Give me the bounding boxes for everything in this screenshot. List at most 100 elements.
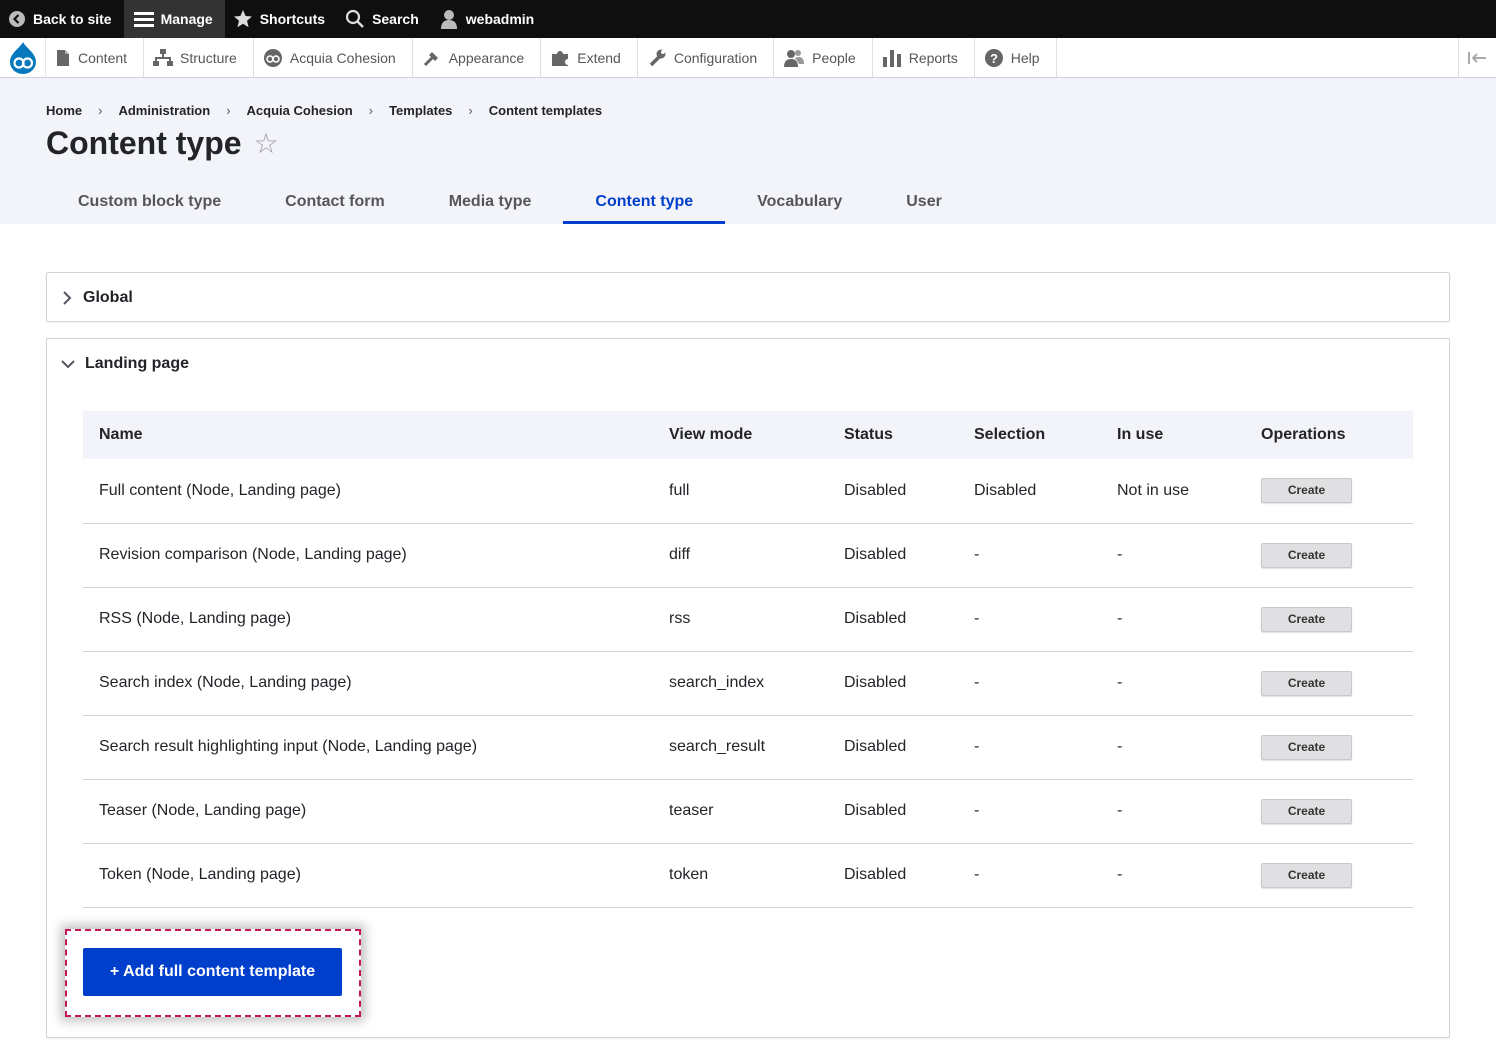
table-row: Revision comparison (Node, Landing page)… — [83, 523, 1413, 588]
breadcrumb-separator-icon: › — [226, 103, 231, 118]
paintbrush-icon — [423, 51, 438, 66]
global-section-toggle[interactable]: Global — [61, 273, 133, 323]
tray-item-help[interactable]: ? Help — [975, 38, 1057, 77]
tab-custom-block-type[interactable]: Custom block type — [46, 180, 253, 224]
create-button[interactable]: Create — [1261, 798, 1352, 824]
shortcuts-tab[interactable]: Shortcuts — [225, 0, 337, 38]
cell-in-use: - — [1101, 715, 1245, 780]
search-tab[interactable]: Search — [337, 0, 431, 38]
tray-item-configuration[interactable]: Configuration — [638, 38, 775, 77]
cell-name: Search index (Node, Landing page) — [83, 651, 653, 716]
table-row: Token (Node, Landing page) token Disable… — [83, 843, 1413, 908]
tray-item-reports[interactable]: Reports — [873, 38, 975, 77]
tray-label-acquia-cohesion: Acquia Cohesion — [289, 49, 396, 66]
cell-status: Disabled — [828, 843, 958, 908]
drupal-drop-icon — [9, 41, 36, 74]
global-section: Global — [46, 272, 1450, 322]
tray-item-extend[interactable]: Extend — [541, 38, 638, 77]
tray-item-structure[interactable]: Structure — [144, 38, 254, 77]
column-header-view-mode: View mode — [653, 411, 828, 459]
help-icon: ? — [984, 48, 1003, 67]
cell-view-mode: teaser — [653, 779, 828, 844]
cell-operations: Create — [1245, 459, 1413, 524]
tab-user[interactable]: User — [874, 180, 974, 224]
table-header-row: Name View mode Status Selection In use O… — [83, 411, 1413, 459]
tabs: Custom block type Contact form Media typ… — [46, 180, 974, 224]
global-section-title: Global — [83, 289, 133, 306]
collapse-icon — [1467, 51, 1486, 64]
cell-in-use: Not in use — [1101, 459, 1245, 524]
cell-status: Disabled — [828, 523, 958, 588]
column-header-name: Name — [83, 411, 653, 459]
cell-in-use: - — [1101, 843, 1245, 908]
user-label: webadmin — [465, 11, 535, 27]
create-button[interactable]: Create — [1261, 478, 1352, 504]
tab-media-type[interactable]: Media type — [417, 180, 564, 224]
landing-page-section: Landing page Name View mode Status Selec… — [46, 338, 1450, 1038]
breadcrumb-link-templates[interactable]: Templates — [389, 103, 452, 118]
create-button[interactable]: Create — [1261, 606, 1352, 632]
breadcrumb: Home › Administration › Acquia Cohesion … — [46, 103, 602, 118]
breadcrumb-separator-icon: › — [468, 103, 473, 118]
collapse-tray-button[interactable] — [1458, 38, 1496, 77]
cell-name: Full content (Node, Landing page) — [83, 459, 653, 524]
tab-vocabulary[interactable]: Vocabulary — [725, 180, 874, 224]
breadcrumb-link-home[interactable]: Home — [46, 103, 82, 118]
tab-contact-form[interactable]: Contact form — [253, 180, 417, 224]
create-button[interactable]: Create — [1261, 734, 1352, 760]
tray-item-people[interactable]: People — [774, 38, 873, 77]
manage-tab[interactable]: Manage — [123, 0, 225, 38]
breadcrumb-link-content-templates[interactable]: Content templates — [489, 103, 602, 118]
svg-text:?: ? — [990, 51, 998, 66]
user-tab[interactable]: webadmin — [431, 0, 546, 38]
tray-item-appearance[interactable]: Appearance — [413, 38, 542, 77]
tray-item-content[interactable]: Content — [46, 38, 145, 77]
cell-name: Teaser (Node, Landing page) — [83, 779, 653, 844]
cell-status: Disabled — [828, 651, 958, 716]
cell-operations: Create — [1245, 843, 1413, 908]
cell-status: Disabled — [828, 715, 958, 780]
breadcrumb-link-administration[interactable]: Administration — [118, 103, 210, 118]
cell-selection: - — [958, 779, 1101, 844]
tray-item-acquia-cohesion[interactable]: Acquia Cohesion — [254, 38, 413, 77]
create-button[interactable]: Create — [1261, 862, 1352, 888]
add-full-content-template-button[interactable]: + Add full content template — [83, 948, 342, 996]
cell-in-use: - — [1101, 587, 1245, 652]
cell-view-mode: token — [653, 843, 828, 908]
column-header-status: Status — [828, 411, 958, 459]
back-to-site-link[interactable]: Back to site — [0, 0, 124, 38]
landing-page-section-toggle[interactable]: Landing page — [61, 339, 189, 389]
cell-operations: Create — [1245, 523, 1413, 588]
drupal-logo[interactable] — [0, 38, 46, 77]
wrench-icon — [649, 49, 666, 66]
cell-name: Token (Node, Landing page) — [83, 843, 653, 908]
breadcrumb-link-acquia-cohesion[interactable]: Acquia Cohesion — [247, 103, 353, 118]
search-label: Search — [372, 11, 419, 27]
cell-view-mode: full — [653, 459, 828, 524]
user-icon — [440, 10, 457, 29]
table-row: Search result highlighting input (Node, … — [83, 715, 1413, 780]
cell-selection: - — [958, 587, 1101, 652]
cell-operations: Create — [1245, 779, 1413, 844]
create-button[interactable]: Create — [1261, 542, 1352, 568]
breadcrumb-separator-icon: › — [98, 103, 103, 118]
cell-operations: Create — [1245, 715, 1413, 780]
table-row: Teaser (Node, Landing page) teaser Disab… — [83, 779, 1413, 844]
cell-status: Disabled — [828, 587, 958, 652]
cell-name: RSS (Node, Landing page) — [83, 587, 653, 652]
cell-selection: - — [958, 651, 1101, 716]
puzzle-icon — [552, 50, 569, 66]
cell-selection: - — [958, 523, 1101, 588]
tray-label-configuration: Configuration — [673, 49, 758, 66]
cell-view-mode: search_result — [653, 715, 828, 780]
column-header-operations: Operations — [1245, 411, 1413, 459]
breadcrumb-separator-icon: › — [368, 103, 374, 118]
cell-name: Revision comparison (Node, Landing page) — [83, 523, 653, 588]
create-button[interactable]: Create — [1261, 670, 1352, 696]
templates-table: Name View mode Status Selection In use O… — [83, 411, 1413, 908]
chevron-down-icon — [61, 360, 75, 369]
shortcut-star-icon[interactable]: ☆ — [254, 129, 279, 158]
manage-label: Manage — [160, 11, 213, 27]
tab-content-type[interactable]: Content type — [563, 180, 725, 224]
cell-view-mode: search_index — [653, 651, 828, 716]
